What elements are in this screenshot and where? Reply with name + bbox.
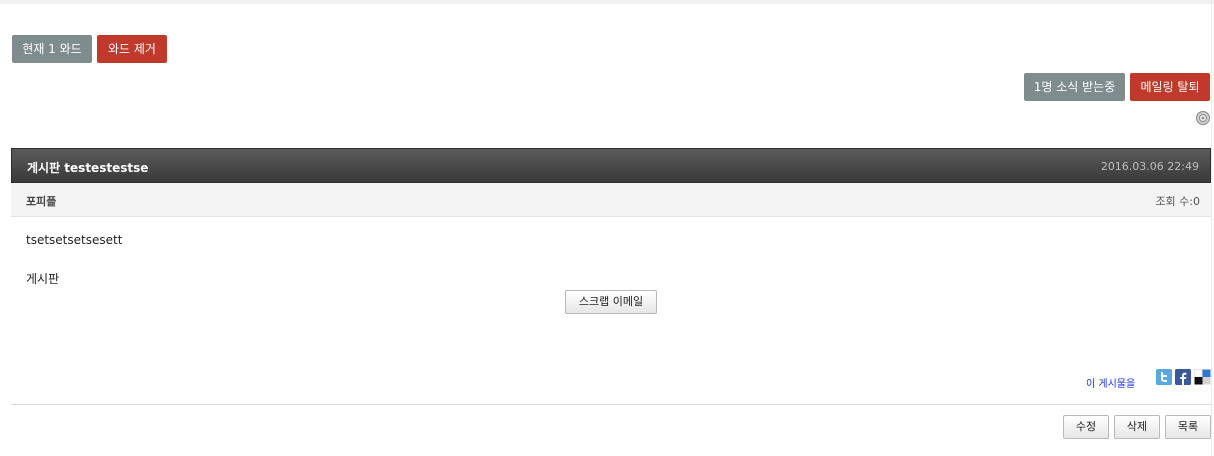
- category-bar: 포피플 조회 수:0: [11, 183, 1211, 217]
- post-date: 2016.03.06 22:49: [1100, 160, 1199, 173]
- post-body-line: 게시판: [26, 272, 60, 286]
- facebook-icon[interactable]: [1175, 369, 1191, 385]
- divider: [11, 404, 1211, 405]
- twitter-icon[interactable]: [1156, 369, 1172, 385]
- delicious-icon[interactable]: [1194, 369, 1211, 385]
- post-header: 게시판 testestestse 2016.03.06 22:49: [11, 148, 1211, 183]
- post-body-line: tsetsetsetsesett: [26, 233, 123, 247]
- top-strip: [0, 0, 1214, 4]
- wad-count-button[interactable]: 현재 1 와드: [12, 35, 92, 63]
- unsubscribe-button[interactable]: 메일링 탈퇴: [1130, 73, 1210, 101]
- delete-button[interactable]: 삭제: [1114, 415, 1160, 439]
- list-button[interactable]: 목록: [1165, 415, 1211, 439]
- subscribers-button[interactable]: 1명 소식 받는중: [1024, 73, 1125, 101]
- post-category: 포피플: [26, 195, 57, 208]
- edit-button[interactable]: 수정: [1063, 415, 1109, 439]
- wad-remove-button[interactable]: 와드 제거: [97, 35, 167, 63]
- gear-icon[interactable]: [1195, 110, 1211, 126]
- view-count: 조회 수:0: [1155, 195, 1200, 208]
- right-border: [1211, 0, 1212, 456]
- scrap-email-button[interactable]: 스크랩 이메일: [565, 290, 657, 314]
- share-label[interactable]: 이 게시물을: [1086, 375, 1135, 390]
- post-title: 게시판 testestestse: [27, 161, 149, 175]
